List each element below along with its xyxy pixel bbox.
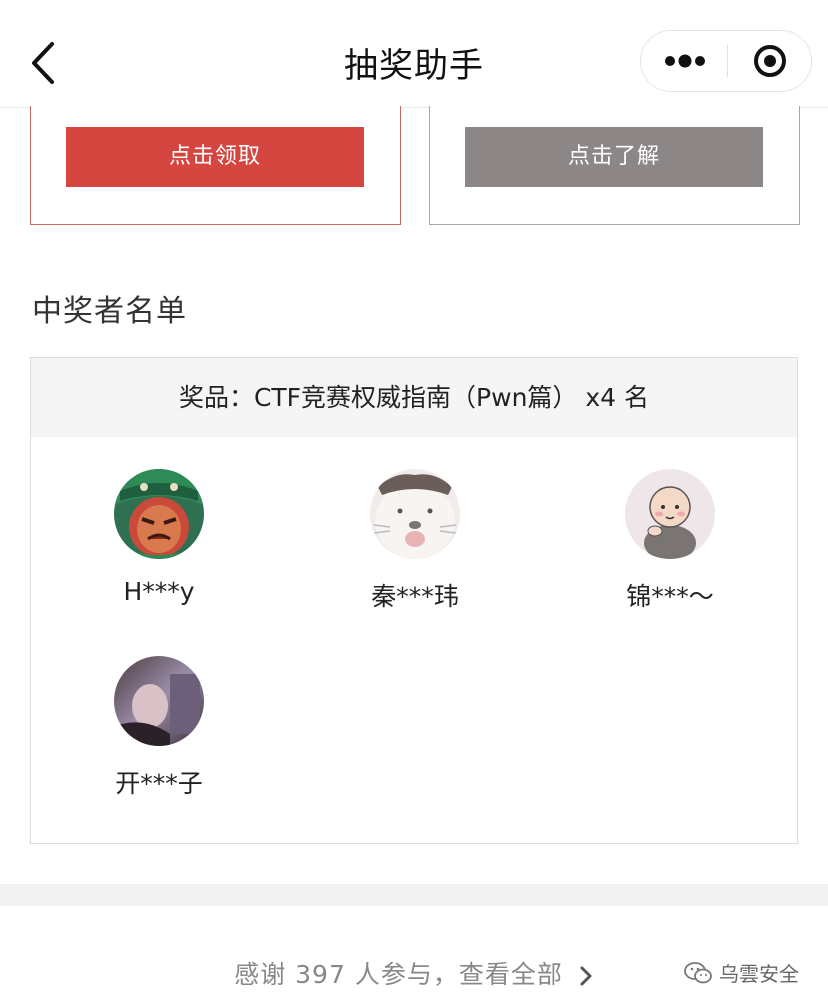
more-dots-icon [665,54,705,68]
learn-card: 点击了解 [429,106,800,225]
winner-item[interactable]: H***y [69,469,249,606]
cartoon-pirate-avatar [114,469,204,559]
watermark-text: 乌雲安全 [719,962,799,986]
more-button[interactable] [641,31,727,91]
winner-item[interactable]: 秦***玮 [325,469,505,613]
wechat-logo-icon [684,961,712,983]
claim-card: 点击领取 [30,106,401,225]
bald-boy-avatar [625,469,715,559]
photo-avatar [114,656,204,746]
navigation-bar: 抽奖助手 [0,0,828,108]
winner-name: H***y [123,577,195,606]
winners-section-title: 中奖者名单 [32,294,187,329]
claim-button[interactable]: 点击领取 [66,127,364,187]
participants-text: 感谢 397 人参与，查看全部 [234,960,563,989]
winners-list: 奖品：CTF竞赛权威指南（Pwn篇） x4 名 H***y 秦***玮 锦***… [30,357,798,844]
watermark: 乌雲安全 [683,958,799,987]
winner-item[interactable]: 开***子 [69,656,249,800]
winner-name: 秦***玮 [371,582,459,611]
mini-program-capsule [640,30,812,92]
close-button[interactable] [728,31,812,91]
winner-item[interactable]: 锦***～ [580,469,760,613]
section-divider [0,884,828,906]
winner-name: 锦***～ [626,582,714,611]
prize-info: 奖品：CTF竞赛权威指南（Pwn篇） x4 名 [31,358,797,437]
chevron-right-icon [580,966,592,986]
white-dog-avatar [370,469,460,559]
learn-more-button[interactable]: 点击了解 [465,127,763,187]
winner-name: 开***子 [115,769,203,798]
target-close-icon [754,45,786,77]
